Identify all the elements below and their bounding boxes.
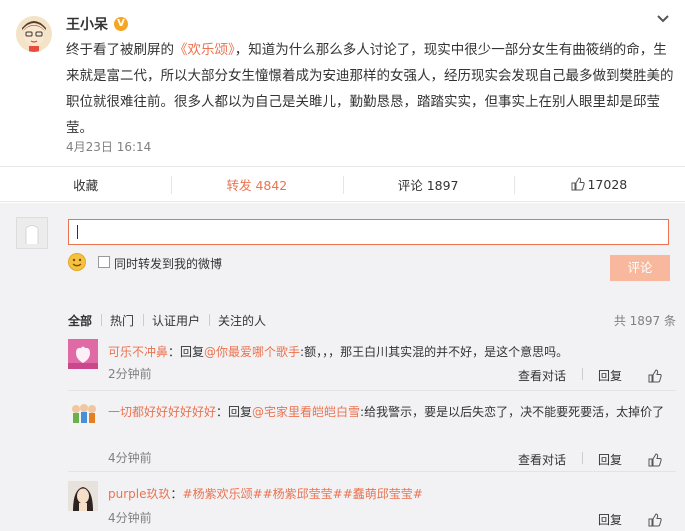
mention-link[interactable]: @宅家里看皑皑白雪 [252,405,360,419]
thumbs-up-icon[interactable] [648,452,662,467]
filter-following[interactable]: 关注的人 [209,312,275,329]
divider [68,390,676,391]
verified-badge-icon: V [114,17,128,31]
favorite-button[interactable]: 收藏 [0,167,171,201]
post-actions-bar: 收藏 转发 4842 评论 1897 17028 [0,166,685,202]
reply-link[interactable]: 回复 [581,367,638,384]
thumbs-up-icon [571,177,586,191]
text-caret [77,225,78,239]
comment-time: 4分钟前 [108,511,152,525]
commenter-name[interactable]: 一切都好好好好好好 [108,405,216,419]
commenter-name[interactable]: purple玖玖 [108,487,171,501]
commenter-name[interactable]: 可乐不冲鼻 [108,345,168,359]
commenter-avatar[interactable] [68,339,98,369]
author-avatar[interactable] [16,16,52,52]
comment-actions: 回复 [582,511,662,528]
submit-comment-button[interactable]: 评论 [610,255,670,281]
comment-total: 共 1897 条 [613,313,676,328]
post-text: 终于看了被刷屏的《欢乐颂》，知道为什么那么多人讨论了，现实中很少一部分女生有曲筱… [66,42,674,136]
comment-item: 可乐不冲鼻：回复@你最爱哪个歌手:额，，，那王白川其实混的并不好，是这个意思吗。… [68,339,676,387]
comment-text: 可乐不冲鼻：回复@你最爱哪个歌手:额，，，那王白川其实混的并不好，是这个意思吗。 [108,345,569,359]
emoji-icon[interactable] [68,253,86,271]
like-button[interactable]: 17028 [513,167,685,201]
comment-text: 一切都好好好好好好：回复@宅家里看皑皑白雪:给我警示，要是以后失恋了，决不能要死… [108,405,665,419]
commenter-avatar[interactable] [68,481,98,511]
hashtag-links[interactable]: #杨紫欢乐颂##杨紫邱莹莹##蠢萌邱莹莹# [183,487,423,501]
view-conversation-link[interactable]: 查看对话 [502,367,582,384]
comment-filters: 全部 热门 认证用户 关注的人 共 1897 条 [68,311,676,329]
comment-input[interactable] [68,219,669,245]
filter-verified[interactable]: 认证用户 [143,312,209,329]
comment-text: purple玖玖：#杨紫欢乐颂##杨紫邱莹莹##蠢萌邱莹莹# [108,487,423,501]
current-user-avatar [16,217,48,249]
comment-time: 2分钟前 [108,367,152,381]
comment-actions: 查看对话 回复 [502,367,662,384]
mention-link[interactable]: @你最爱哪个歌手 [204,345,300,359]
divider [68,471,676,472]
post-timestamp[interactable]: 4月23日 16:14 [66,138,151,155]
commenter-avatar[interactable] [68,399,98,429]
reply-link[interactable]: 回复 [582,511,638,528]
thumbs-up-icon[interactable] [648,368,662,383]
comment-actions: 查看对话 回复 [502,451,662,468]
chevron-down-icon[interactable] [655,10,671,26]
view-conversation-link[interactable]: 查看对话 [502,451,582,468]
filter-all[interactable]: 全部 [68,312,101,329]
author-line: 王小呆 V [66,14,128,34]
comment-item: purple玖玖：#杨紫欢乐颂##杨紫邱莹莹##蠢萌邱莹莹# 4分钟前 回复 [68,481,676,529]
author-name[interactable]: 王小呆 [66,14,108,34]
thumbs-up-icon[interactable] [648,512,662,527]
also-repost-label: 同时转发到我的微博 [114,257,223,271]
comment-button[interactable]: 评论 1897 [342,167,514,201]
comment-time: 4分钟前 [108,451,152,465]
comment-item: 一切都好好好好好好：回复@宅家里看皑皑白雪:给我警示，要是以后失恋了，决不能要死… [68,399,676,468]
also-repost-checkbox[interactable] [98,256,110,268]
comment-section: 同时转发到我的微博 评论 全部 热门 认证用户 关注的人 共 1897 条 可乐… [0,203,685,531]
reply-link[interactable]: 回复 [581,451,638,468]
filter-hot[interactable]: 热门 [101,312,143,329]
repost-button[interactable]: 转发 4842 [171,167,342,201]
post-link[interactable]: 《欢乐颂》 [174,42,235,58]
weibo-post: 王小呆 V 终于看了被刷屏的《欢乐颂》，知道为什么那么多人讨论了，现实中很少一部… [0,0,685,170]
